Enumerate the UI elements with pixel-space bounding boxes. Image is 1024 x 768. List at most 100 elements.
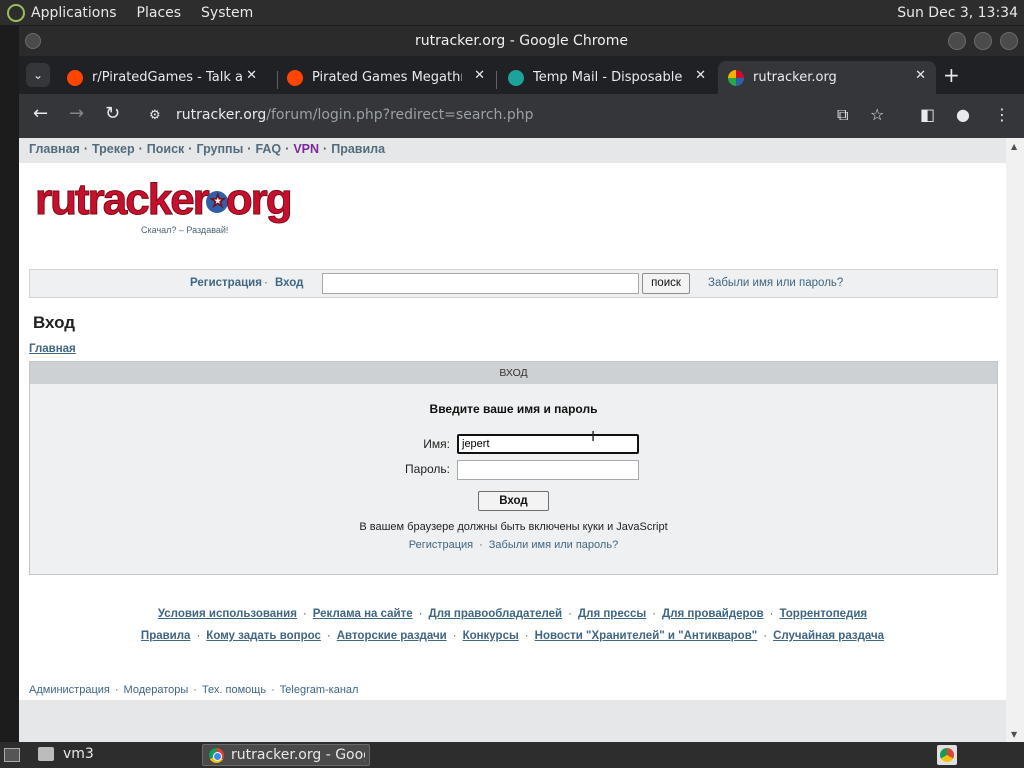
clock[interactable]: Sun Dec 3, 13:34 [897, 5, 1018, 21]
login-link[interactable]: Вход [275, 277, 303, 289]
footer-link[interactable]: Для прессы [578, 608, 646, 620]
maximize-button[interactable] [974, 32, 992, 50]
tab-megathread[interactable]: Pirated Games Megathread ✕ [277, 61, 495, 94]
top-panel: Applications Places System Sun Dec 3, 13… [0, 0, 1024, 25]
close-icon[interactable]: ✕ [695, 68, 706, 83]
nav-faq[interactable]: FAQ [255, 142, 281, 156]
login-form-header: ВХОД [30, 362, 997, 384]
forgot-password-link[interactable]: Забыли имя или пароль? [489, 539, 618, 551]
window-menu-button[interactable] [25, 33, 41, 49]
close-window-button[interactable] [1000, 32, 1018, 50]
url-host: rutracker.org [176, 107, 267, 123]
close-icon[interactable]: ✕ [246, 68, 257, 83]
site-info-icon[interactable]: ⚙ [149, 108, 161, 123]
nav-tracker[interactable]: Трекер [92, 142, 135, 156]
menu-applications[interactable]: Applications [31, 5, 117, 21]
footer-link[interactable]: Для провайдеров [662, 608, 764, 620]
footer-link[interactable]: Авторские раздачи [337, 630, 447, 642]
taskbar-chrome-window[interactable]: rutracker.org - Google Chrome [202, 744, 370, 766]
close-icon[interactable]: ✕ [474, 68, 485, 83]
close-icon[interactable]: ✕ [915, 68, 926, 83]
side-panel-icon[interactable]: ◧ [920, 105, 935, 124]
forward-button[interactable]: → [69, 105, 84, 123]
nav-search[interactable]: Поиск [147, 142, 185, 156]
tab-search-button[interactable]: ⌄ [26, 63, 50, 87]
top-search-row: Регистрация · Вход поиск Забыли имя или … [29, 269, 998, 298]
tray-chrome-launcher[interactable] [937, 745, 957, 765]
scroll-down-icon[interactable]: ▼ [1011, 730, 1017, 739]
tab-strip: ⌄ r/PiratedGames - Talk about ✕ Pirated … [19, 56, 1024, 94]
tab-title: Pirated Games Megathread [312, 70, 462, 85]
breadcrumb-home[interactable]: Главная [29, 343, 76, 355]
scroll-up-icon[interactable]: ▲ [1011, 142, 1017, 151]
star-icon: ★ [205, 191, 228, 214]
footer-link[interactable]: Реклама на сайте [313, 608, 413, 620]
register-link[interactable]: Регистрация [409, 539, 473, 551]
back-button[interactable]: ← [33, 105, 48, 123]
search-input[interactable] [322, 273, 639, 294]
url-text[interactable]: rutracker.org/forum/login.php?redirect=s… [176, 107, 534, 123]
reload-icon: ↻ [105, 103, 121, 124]
nav-groups[interactable]: Группы [196, 142, 243, 156]
nav-vpn[interactable]: VPN [293, 142, 319, 156]
reload-button[interactable]: ↻ [105, 105, 120, 123]
footer-link[interactable]: Условия использования [158, 608, 297, 620]
footer-link[interactable]: Кому задать вопрос [206, 630, 321, 642]
new-tab-button[interactable]: + [943, 65, 960, 85]
menu-places[interactable]: Places [137, 5, 182, 21]
tab-title: r/PiratedGames - Talk about [92, 70, 242, 85]
text-cursor-icon: I [591, 428, 596, 445]
chrome-icon [209, 748, 224, 763]
distro-logo-icon[interactable] [7, 3, 25, 22]
search-button[interactable]: поиск [642, 273, 690, 294]
workspace-label[interactable]: vm3 [63, 746, 94, 762]
minimize-button[interactable] [948, 32, 966, 50]
password-label: Пароль: [405, 462, 450, 476]
web-page: Главная · Трекер · Поиск · Группы · FAQ · VPN · Прав… [19, 138, 1006, 742]
footer-link[interactable]: Правила [141, 630, 191, 642]
cookies-note: В вашем браузере должны быть включены ку… [359, 521, 668, 533]
browser-toolbar: ← → ↻ ⚙ rutracker.org/forum/login.php?re… [19, 94, 1024, 138]
show-desktop-icon[interactable] [4, 748, 20, 762]
chrome-icon [940, 748, 954, 762]
nav-rules[interactable]: Правила [331, 142, 385, 156]
menu-system[interactable]: System [201, 5, 253, 21]
login-submit-button[interactable]: Вход [478, 491, 549, 511]
admin-link[interactable]: Администрация [29, 684, 110, 696]
footer-links-row-2: Правила · Кому задать вопрос · Авторские раз… [140, 630, 885, 642]
address-bar[interactable]: ⚙ rutracker.org/forum/login.php?redirect… [135, 98, 903, 134]
tab-title: rutracker.org [753, 70, 837, 85]
logo-slogan: Скачал? – Раздавай! [141, 225, 229, 235]
taskbar-label: rutracker.org - Google Chrome [231, 747, 365, 763]
site-logo[interactable]: rutracker ★org Скачал? – Раздавай! [35, 175, 294, 236]
tab-pirated-games[interactable]: r/PiratedGames - Talk about ✕ [57, 61, 267, 94]
forgot-password-link[interactable]: Забыли имя или пароль? [708, 277, 843, 289]
folder-icon[interactable] [38, 747, 54, 761]
footer-link[interactable]: Торрентопедия [779, 608, 867, 620]
username-field[interactable]: jepert [457, 434, 639, 454]
footer-link[interactable]: Новости "Хранителей" и "Антикваров" [535, 630, 758, 642]
translate-icon[interactable]: ⧉ [837, 105, 848, 125]
nav-home[interactable]: Главная [29, 142, 80, 156]
chevron-down-icon: ⌄ [32, 68, 44, 82]
footer-link[interactable]: Конкурсы [463, 630, 519, 642]
tab-rutracker[interactable]: rutracker.org ✕ [718, 61, 936, 94]
admin-link[interactable]: Модераторы [124, 684, 189, 696]
register-link[interactable]: Регистрация [190, 277, 262, 289]
bookmark-star-icon[interactable]: ☆ [870, 105, 884, 124]
admin-link[interactable]: Тех. помощь [202, 684, 266, 696]
password-field[interactable] [457, 460, 639, 480]
profile-icon[interactable]: ● [956, 105, 970, 124]
login-links: Регистрация · Забыли имя или пароль? [408, 539, 619, 551]
admin-link[interactable]: Telegram-канал [280, 684, 359, 696]
username-label: Имя: [423, 437, 450, 451]
page-scrollbar[interactable]: ▲ ▼ [1006, 138, 1024, 742]
footer-link[interactable]: Для правообладателей [429, 608, 563, 620]
window-titlebar[interactable]: rutracker.org - Google Chrome [19, 26, 1024, 56]
footer-links-row-1: Условия использования · Реклама на сайте · Д… [157, 608, 868, 620]
footer-link[interactable]: Случайная раздача [773, 630, 884, 642]
kebab-menu-icon[interactable]: ⋮ [994, 105, 1010, 124]
tab-temp-mail[interactable]: Temp Mail - Disposable Temporary ✕ [498, 61, 716, 94]
site-nav: Главная · Трекер · Поиск · Группы · FAQ · VPN · Прав… [19, 138, 1006, 163]
admin-links: Администрация · Модераторы · Тех. помощь · Tel… [29, 684, 359, 696]
